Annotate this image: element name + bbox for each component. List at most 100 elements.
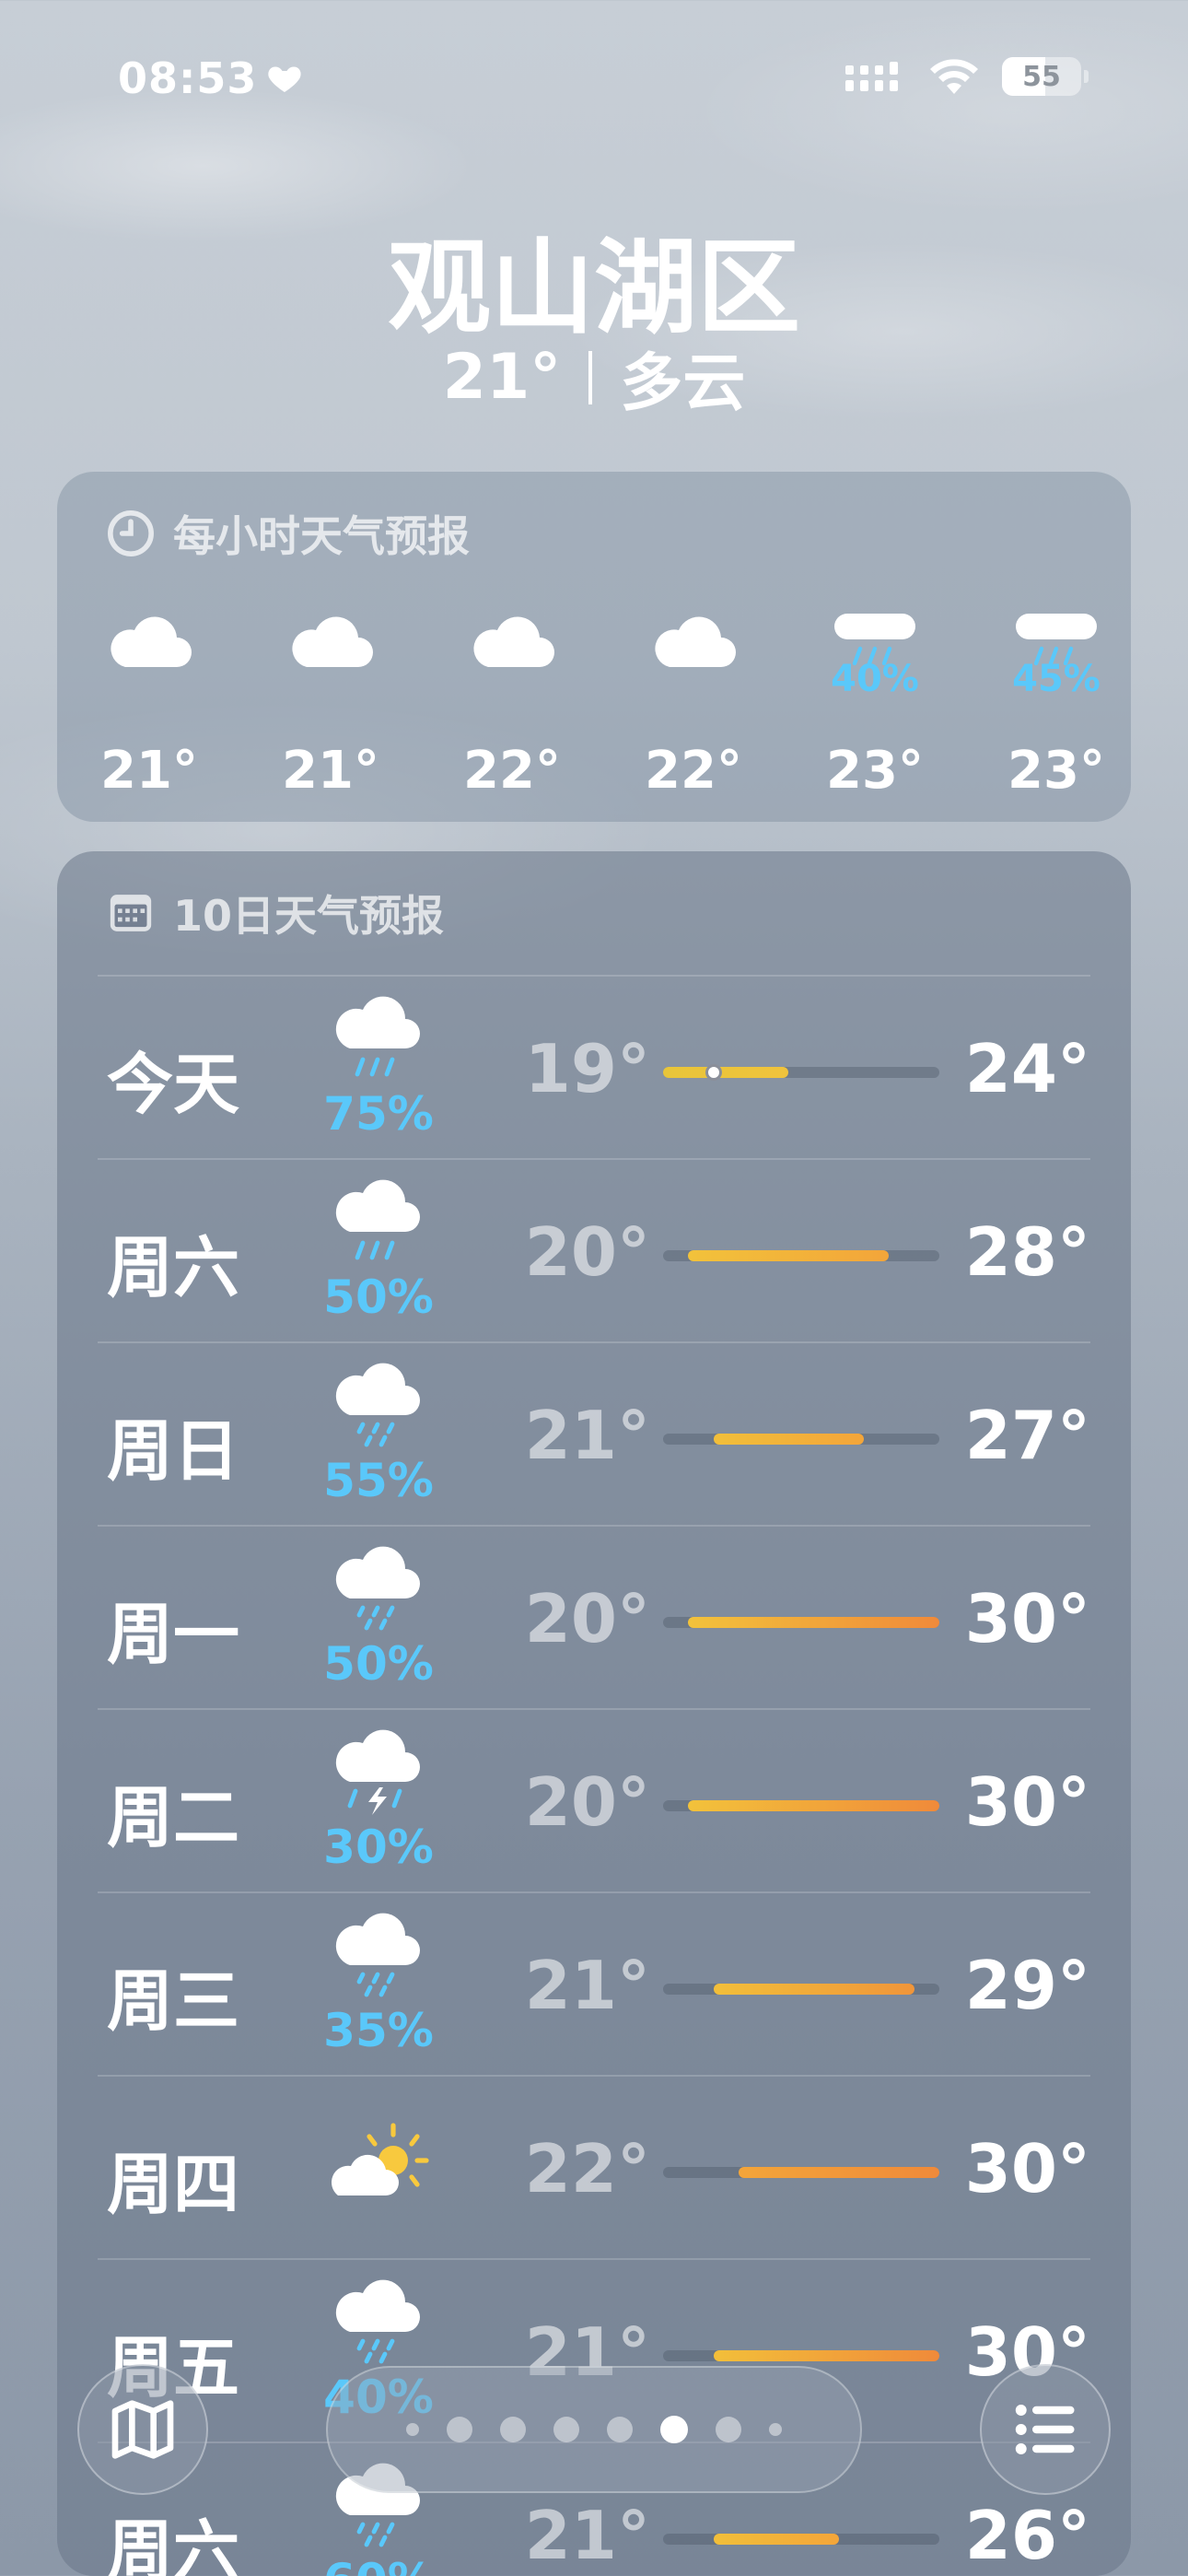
temp-range-bar bbox=[663, 1617, 939, 1628]
temp-range-fill bbox=[688, 1800, 939, 1811]
day-label: 周日 bbox=[107, 1412, 240, 1490]
page-dot[interactable] bbox=[553, 2417, 579, 2442]
temp-range-fill bbox=[713, 1984, 914, 1995]
clock-icon bbox=[108, 510, 154, 556]
daily-forecast-title: 10日天气预报 bbox=[105, 883, 444, 943]
temp-range-fill bbox=[713, 2534, 839, 2545]
hourly-temp: 22° bbox=[463, 741, 561, 801]
temp-range-fill bbox=[738, 2167, 939, 2178]
low-temp: 21° bbox=[524, 1397, 650, 1474]
temp-range-bar bbox=[663, 1984, 939, 1995]
daily-title-text: 10日天气预报 bbox=[173, 891, 445, 941]
cloud-rain-icon bbox=[319, 993, 438, 1095]
battery-icon: 55 bbox=[1002, 57, 1089, 96]
hourly-forecast-title: 每小时天气预报 bbox=[105, 503, 470, 564]
daily-precip: 35% bbox=[323, 2004, 434, 2057]
page-dot[interactable] bbox=[769, 2423, 782, 2436]
temp-range-fill bbox=[713, 1434, 865, 1445]
daily-row[interactable]: 周一 50% 20° 30° bbox=[98, 1525, 1090, 1708]
status-indicators: 55 bbox=[844, 57, 1089, 96]
day-label: 周三 bbox=[107, 1962, 240, 2040]
cloud-drizzle-icon bbox=[319, 1910, 438, 2011]
day-label: 今天 bbox=[107, 1046, 240, 1123]
daily-row[interactable]: 周四 22° 30° bbox=[98, 2075, 1090, 2258]
daily-precip: 30% bbox=[323, 1821, 434, 1874]
hourly-temp: 21° bbox=[100, 741, 198, 801]
map-button[interactable] bbox=[77, 2364, 208, 2495]
temp-range-bar bbox=[663, 2167, 939, 2178]
hourly-item: 22° bbox=[448, 591, 577, 801]
cloud-bolt-rain-icon bbox=[319, 1727, 438, 1828]
daily-row[interactable]: 周三 35% 21° 29° bbox=[98, 1891, 1090, 2075]
battery-level: 55 bbox=[1022, 60, 1061, 93]
high-temp: 29° bbox=[964, 1947, 1090, 2024]
temp-range-bar bbox=[663, 2534, 939, 2545]
high-temp: 26° bbox=[964, 2497, 1090, 2574]
hourly-item: 21° bbox=[85, 591, 214, 801]
low-temp: 20° bbox=[524, 1763, 650, 1841]
calendar-icon bbox=[110, 895, 152, 931]
high-temp: 24° bbox=[964, 1030, 1090, 1107]
page-dot[interactable] bbox=[447, 2417, 472, 2442]
daily-row[interactable]: 今天 75% 19° 24° bbox=[98, 975, 1090, 1158]
daily-precip: 55% bbox=[323, 1454, 434, 1507]
divider bbox=[588, 350, 593, 404]
hourly-item: 45% 23° bbox=[992, 591, 1121, 801]
map-icon bbox=[111, 2400, 174, 2459]
daily-precip: 75% bbox=[323, 1087, 434, 1141]
daily-row[interactable]: 周二 30% 20° 30° bbox=[98, 1708, 1090, 1891]
low-temp: 21° bbox=[524, 2497, 650, 2574]
hourly-item: 40% 23° bbox=[810, 591, 939, 801]
hourly-temp: 23° bbox=[1007, 741, 1105, 801]
daily-precip: 50% bbox=[323, 1637, 434, 1691]
time-text: 08:53 bbox=[118, 53, 258, 103]
daily-precip: 60% bbox=[300, 2554, 457, 2576]
city-list-button[interactable] bbox=[980, 2364, 1111, 2495]
low-temp: 20° bbox=[524, 1580, 650, 1657]
cellular-signal-icon bbox=[845, 62, 898, 91]
temp-range-bar bbox=[663, 1434, 939, 1445]
page-dot[interactable] bbox=[716, 2417, 741, 2442]
page-dot-active[interactable] bbox=[660, 2416, 688, 2443]
high-temp: 30° bbox=[964, 1580, 1090, 1657]
page-dot[interactable] bbox=[406, 2423, 419, 2436]
heart-icon bbox=[268, 66, 302, 92]
cloud-icon bbox=[266, 591, 395, 693]
cloud-icon bbox=[629, 591, 758, 693]
high-temp: 27° bbox=[964, 1397, 1090, 1474]
hourly-precip: 40% bbox=[831, 658, 919, 700]
day-label: 周六 bbox=[107, 2512, 240, 2576]
hourly-item: 22° bbox=[629, 591, 758, 801]
current-conditions: 21° 多云 bbox=[0, 332, 1188, 423]
page-indicator[interactable] bbox=[326, 2366, 862, 2493]
temp-range-bar bbox=[663, 1250, 939, 1261]
current-temp-dot bbox=[705, 1064, 722, 1081]
cloud-sun-icon bbox=[302, 2118, 459, 2219]
cloud-drizzle-icon bbox=[319, 1543, 438, 1645]
day-label: 周一 bbox=[107, 1596, 240, 1673]
cloud-rain-icon bbox=[319, 1177, 438, 1278]
temp-range-fill bbox=[688, 1250, 890, 1261]
list-icon bbox=[1015, 2405, 1075, 2454]
hourly-temp: 23° bbox=[826, 741, 924, 801]
page-dot[interactable] bbox=[500, 2417, 526, 2442]
high-temp: 30° bbox=[964, 2130, 1090, 2207]
hourly-temp: 22° bbox=[645, 741, 742, 801]
day-label: 周四 bbox=[107, 2146, 240, 2223]
high-temp: 28° bbox=[964, 1213, 1090, 1291]
low-temp: 19° bbox=[524, 1030, 650, 1107]
low-temp: 20° bbox=[524, 1213, 650, 1291]
status-bar: 08:53 55 bbox=[0, 53, 1188, 109]
bottom-toolbar bbox=[0, 2359, 1188, 2497]
page-dot[interactable] bbox=[607, 2417, 633, 2442]
hourly-item: 21° bbox=[266, 591, 395, 801]
day-label: 周二 bbox=[107, 1779, 240, 1856]
current-temperature: 21° bbox=[442, 341, 562, 414]
daily-row[interactable]: 周日 55% 21° 27° bbox=[98, 1341, 1090, 1525]
hourly-forecast-card[interactable]: 每小时天气预报 21° 21° 22° 22° 40% 23° 45% 23° bbox=[57, 472, 1131, 822]
cloud-icon bbox=[85, 591, 214, 693]
temp-range-fill bbox=[663, 1067, 789, 1078]
current-condition-text: 多云 bbox=[620, 347, 746, 420]
daily-row[interactable]: 周六 50% 20° 28° bbox=[98, 1158, 1090, 1341]
daily-forecast-card[interactable]: 10日天气预报 今天 75% 19° 24° 周六 50% 20° 28° 周日 55% 21° 27… bbox=[57, 851, 1131, 2576]
